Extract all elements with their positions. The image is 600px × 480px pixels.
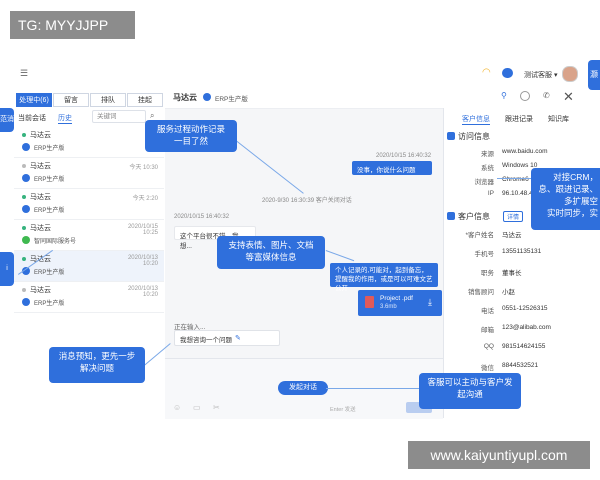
erp-badge-icon (22, 298, 30, 306)
callout-edge-right: 灏 (588, 60, 600, 90)
message-icon[interactable] (502, 68, 513, 78)
input-hint: Enter 发送 (330, 407, 356, 413)
online-dot-icon (22, 257, 26, 261)
chat-actions: ⚲ ✆ ✕ (443, 86, 588, 109)
visit-info-icon (447, 132, 455, 140)
file-message[interactable]: Project .pdf 3.6mb ⤓ (358, 290, 442, 316)
list-item[interactable]: 马达云 2020/10/13 10:20 ERP生产版 (14, 251, 164, 282)
callout-edge-left-top: 范消 (0, 108, 14, 132)
callout-action-record: 服务过程动作记录 一目了然 (145, 120, 237, 152)
erp-badge-icon (22, 205, 30, 213)
conversation-segments: 处理中(6) 留言 排队 挂起 (16, 93, 163, 107)
watermark-top: TG: MYYJJPP (10, 11, 135, 39)
menu-icon[interactable]: ☰ (20, 69, 28, 78)
watermark-bottom: www.kaiyuntiyupl.com (408, 441, 590, 469)
segment-message[interactable]: 留言 (53, 93, 89, 107)
callout-connector (326, 388, 422, 389)
chat-header: 马达云 ERP生产版 (165, 86, 443, 109)
online-dot-icon (22, 195, 26, 199)
message-bubble-agent: 个人记录的,可能对，起到备忘，提醒我的作用，或是可以可难文艺公开 (330, 263, 438, 292)
callout-message-preview: 消息预知，更先一步 解决问题 (49, 347, 145, 383)
folder-icon[interactable]: ▭ (193, 404, 201, 412)
wifi-icon: ◠ (482, 67, 491, 78)
erp-badge-icon (203, 93, 211, 101)
list-item[interactable]: 马达云 今天 10:30 ERP生产版 (14, 158, 164, 189)
close-icon[interactable]: ✕ (563, 89, 574, 105)
top-bar: ☰ ◠ 测试客服 ▾ (12, 62, 588, 87)
list-item[interactable]: 马达云 2020/10/15 10:25 智同国际服务号 (14, 220, 164, 251)
tab-customer-info[interactable]: 客户信息 (462, 114, 490, 125)
segment-processing[interactable]: 处理中(6) (16, 93, 52, 107)
system-note: 2020-9/30 16:30:39 客户关闭对话 (262, 198, 352, 204)
list-item[interactable]: 马达云 今天 2:20 ERP生产版 (14, 189, 164, 220)
erp-badge-icon (22, 143, 30, 151)
segment-queue[interactable]: 排队 (90, 93, 126, 107)
callout-crm: 对接CRM， 息、跟进记录、 多扩展空 实时同步，实 (531, 168, 600, 230)
search-icon[interactable]: ⌕ (150, 112, 154, 120)
typing-preview: 我想咨询一个问题 ✎ (174, 330, 280, 346)
start-chat-button[interactable]: 发起对话 (278, 381, 328, 395)
scissors-icon[interactable]: ✂ (213, 404, 220, 412)
customer-info-title: 客户信息 (458, 212, 490, 221)
chat-source: ERP生产版 (215, 96, 248, 103)
callout-edge-left-bottom: i (0, 252, 14, 286)
callout-connector (497, 178, 531, 179)
wechat-badge-icon (22, 236, 30, 244)
offline-dot-icon (22, 164, 26, 168)
detail-button[interactable]: 详情 (503, 211, 524, 222)
download-icon[interactable]: ⤓ (428, 297, 432, 308)
visit-info-title: 访问信息 (458, 132, 490, 141)
offline-dot-icon (22, 288, 26, 292)
callout-rich-media: 支持表情、图片、文档 等富媒体信息 (217, 236, 325, 269)
customer-info-icon (447, 212, 455, 220)
attachment-icon[interactable]: ⚲ (501, 92, 507, 100)
tab-history[interactable]: 历史 (58, 113, 72, 124)
phone-icon[interactable]: ✆ (543, 92, 550, 100)
segment-suspended[interactable]: 挂起 (127, 93, 163, 107)
edit-icon: ✎ (235, 335, 241, 342)
emoji-icon[interactable]: ☺ (173, 404, 181, 412)
online-dot-icon (22, 226, 26, 230)
transfer-icon[interactable] (520, 91, 530, 101)
tab-current-session[interactable]: 当前会话 (18, 113, 46, 123)
avatar[interactable] (562, 66, 578, 82)
message-bubble-agent: 没事，你说什么问题 (352, 161, 432, 175)
search-input[interactable]: 关键词 (92, 110, 146, 123)
tab-knowledge-base[interactable]: 知识库 (548, 114, 569, 124)
callout-proactive-chat: 客服可以主动与客户发 起沟通 (419, 373, 521, 409)
list-item[interactable]: 马达云 今天 ERP生产版 (14, 127, 164, 158)
chat-title: 马达云 (173, 93, 197, 102)
tab-follow-up[interactable]: 跟进记录 (505, 114, 533, 124)
pdf-file-icon (365, 296, 374, 308)
erp-badge-icon (22, 174, 30, 182)
agent-status[interactable]: 测试客服 ▾ (524, 70, 557, 80)
online-dot-icon (22, 133, 26, 137)
list-item[interactable]: 马达云 2020/10/13 10:20 ERP生产版 (14, 282, 164, 313)
